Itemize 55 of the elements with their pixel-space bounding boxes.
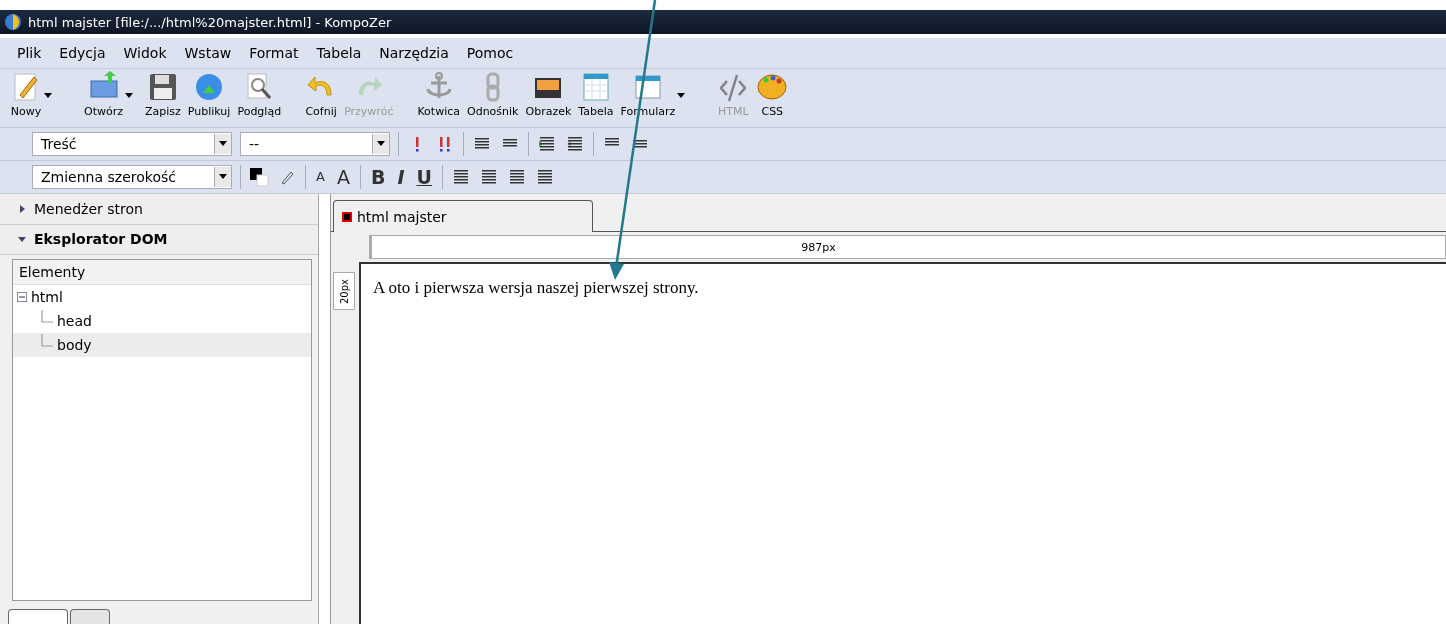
panel-tab[interactable] [8,609,68,624]
palette-icon [756,71,789,103]
tree-connector-icon [41,333,53,347]
tree-node[interactable]: html [13,285,311,310]
triangle-icon[interactable] [18,235,26,244]
toolbar-button[interactable]: CSS [754,69,791,118]
horizontal-ruler: 987px [369,235,1446,259]
tree-connector-icon [41,309,53,323]
caret-icon[interactable] [677,93,686,99]
format-button[interactable]: U [414,166,434,188]
caret-icon[interactable] [219,174,227,180]
toolbar-button[interactable]: Odnośnik [465,69,521,118]
toolbar-button[interactable]: Cofnij [303,69,340,118]
tree-node[interactable]: head [13,309,311,334]
document-icon [342,211,352,222]
format-button[interactable]: A [314,166,327,188]
menu-item[interactable]: Widok [114,45,176,61]
menu-item[interactable]: Tabela [307,45,371,61]
toolbar-button[interactable]: Kotwica [415,69,462,118]
panel-tab[interactable] [70,609,110,624]
window-title: html majster [file:/.../html%20majster.html] - KompoZer [28,14,392,30]
toolbar-button[interactable]: Nowy [8,69,44,118]
caret-icon[interactable] [44,93,52,99]
menu-item[interactable]: Format [240,45,308,61]
class-select[interactable]: -- [240,132,390,156]
page-paragraph: A oto i pierwsza wersja naszej pierwszej strony. [373,278,700,298]
format-button[interactable]: A [334,166,352,188]
toolbar-button[interactable]: Otwórz [82,69,125,118]
format-button[interactable]: I [395,166,407,188]
font-select[interactable]: Zmienna szerokość [32,165,232,189]
document-tab[interactable]: html majster [333,200,593,232]
toolbar-button[interactable]: Podgląd [235,69,284,118]
tree-node[interactable]: body [13,333,311,358]
menu-item[interactable]: Wstaw [175,45,241,61]
column-header: Elementy [13,260,311,286]
menu-item[interactable]: Plik [8,45,51,61]
menu-item[interactable]: Narzędzia [370,45,458,61]
collapse-icon[interactable] [17,292,27,303]
toolbar-button[interactable]: Publikuj [185,69,233,118]
toolbar-button[interactable]: Tabela [576,69,616,118]
toolbar-button[interactable]: Obrazek [523,69,574,118]
toolbar-button[interactable]: Zapisz [143,69,183,118]
caret-icon[interactable] [377,141,385,147]
caret-icon[interactable] [219,141,227,147]
color-swatch-icon[interactable] [249,167,269,187]
outdent-icon[interactable] [565,134,585,154]
vertical-ruler: 20px [333,272,355,310]
menu-item[interactable]: Edycja [50,45,115,61]
app-logo-icon [4,13,22,31]
menu-item[interactable]: Pomoc [457,45,523,61]
caret-icon[interactable] [125,93,133,99]
indent-icon[interactable] [537,134,557,154]
paragraph-format-select[interactable]: Treść [32,132,232,156]
format-button[interactable]: B [368,166,388,188]
triangle-icon[interactable] [18,204,26,213]
